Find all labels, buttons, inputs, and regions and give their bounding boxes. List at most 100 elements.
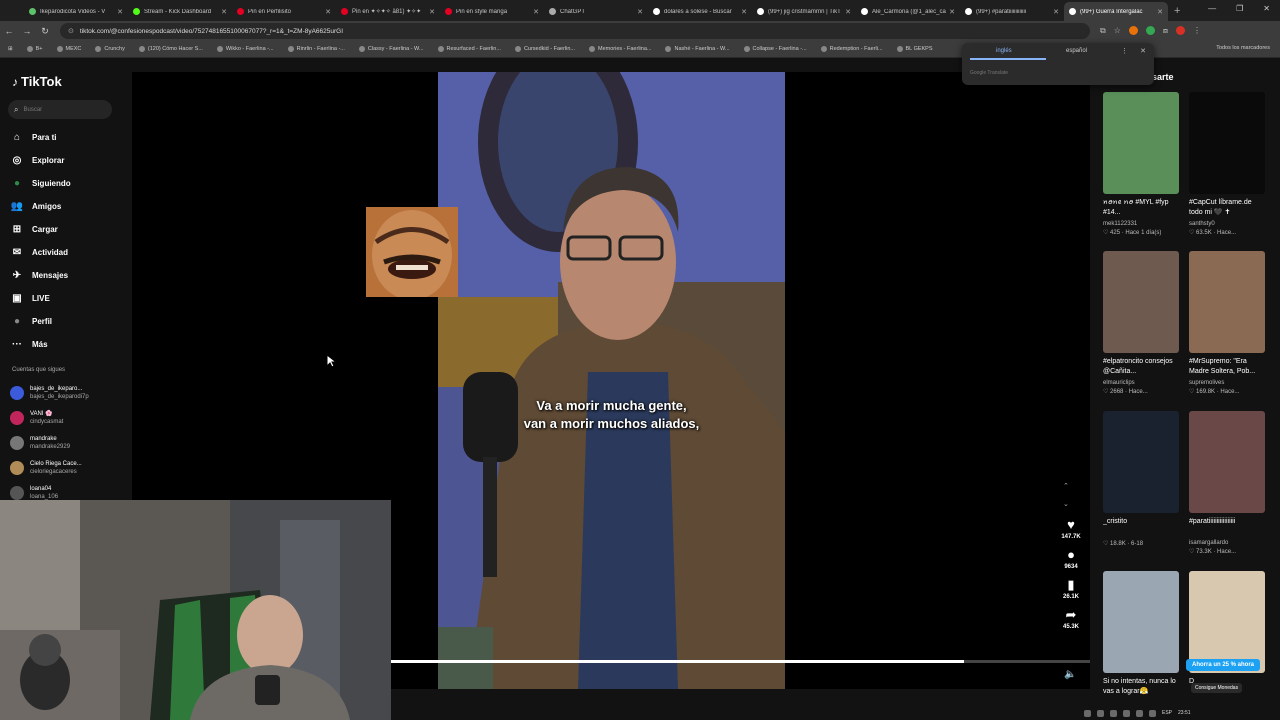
following-account[interactable]: VANI 🌸 cindycasmat xyxy=(10,405,89,430)
new-tab-icon[interactable]: + xyxy=(1174,5,1180,17)
share-button[interactable]: ➦ 45.3K xyxy=(1054,608,1088,631)
tab-close-icon[interactable]: ✕ xyxy=(845,8,851,16)
bookmark-item[interactable]: Redemption - Faerli... xyxy=(820,46,883,52)
tray-icon[interactable] xyxy=(1123,709,1130,717)
sidebar-item-mensajes[interactable]: ✈ Mensajes xyxy=(10,264,71,287)
heart-button[interactable]: ♥ 147.7K xyxy=(1054,518,1088,541)
sidebar-item-explorar[interactable]: ◎ Explorar xyxy=(10,149,71,172)
browser-tab[interactable]: Pin en style manga ✕ xyxy=(440,2,544,21)
tab-close-icon[interactable]: ✕ xyxy=(221,8,227,16)
bookmark-item[interactable]: Rinrlin - Faerlina -... xyxy=(287,46,345,52)
recommended-video[interactable]: #MrSupremo: "Era Madre Soltera, Pob... su… xyxy=(1189,251,1266,395)
browser-tab[interactable]: (99+) #paratiiiiiiiiiiiii ✕ xyxy=(960,2,1064,21)
recommended-video[interactable]: #CapCut líbrame.de todo mi 🖤 ✝ santhsty0 ♡… xyxy=(1189,92,1266,236)
tab-close-icon[interactable]: ✕ xyxy=(949,8,955,16)
tab-close-icon[interactable]: ✕ xyxy=(117,8,123,16)
sidebar-item-live[interactable]: ▣ LIVE xyxy=(10,287,71,310)
sidebar-item-actividad[interactable]: ✉ Actividad xyxy=(10,241,71,264)
browser-tab[interactable]: ChatGPT ✕ xyxy=(544,2,648,21)
tab-close-icon[interactable]: ✕ xyxy=(1157,8,1163,16)
tray-icon[interactable] xyxy=(1110,709,1117,717)
sidebar-item-perfil[interactable]: ● Perfil xyxy=(10,310,71,333)
following-account[interactable]: mandrake mandrake2929 xyxy=(10,430,89,455)
browser-menu-icon[interactable]: ⋮ xyxy=(1193,26,1201,36)
profile-avatar-icon[interactable] xyxy=(1175,26,1185,35)
sidebar-item-amigos[interactable]: 👥 Amigos xyxy=(10,195,71,218)
browser-tab[interactable]: Ikeparodicota Videos - V ✕ xyxy=(24,2,128,21)
extension-icon[interactable] xyxy=(1128,26,1138,35)
tray-icon[interactable] xyxy=(1084,709,1091,717)
address-bar[interactable]: ⊙ tiktok.com/@confesionespodcast/video/7… xyxy=(60,23,1090,39)
extension-icon[interactable] xyxy=(1145,26,1155,35)
bookmark-item[interactable]: Cursedkid - Faerlin... xyxy=(514,46,575,52)
translate-target-lang[interactable]: español xyxy=(1066,48,1087,54)
close-window-icon[interactable]: ✕ xyxy=(1263,4,1270,13)
close-icon[interactable]: ✕ xyxy=(1140,47,1146,55)
search-input[interactable]: ⌕ Buscar xyxy=(8,100,112,119)
sidebar-item-siguiendo[interactable]: ● Siguiendo xyxy=(10,172,71,195)
tab-close-icon[interactable]: ✕ xyxy=(1053,8,1059,16)
browser-tab[interactable]: Stream - Kick Dashboard ✕ xyxy=(128,2,232,21)
tab-close-icon[interactable]: ✕ xyxy=(325,8,331,16)
sidebar-item-cargar[interactable]: ⊞ Cargar xyxy=(10,218,71,241)
browser-tab[interactable]: (99+) jig cristmamrnn | TikT ✕ xyxy=(752,2,856,21)
bookmark-item[interactable]: Collapse - Faerlina -... xyxy=(743,46,807,52)
bookmark-item[interactable]: B+ xyxy=(26,46,43,52)
tray-clock[interactable]: 23:51 xyxy=(1178,710,1191,716)
star-icon[interactable]: ☆ xyxy=(1114,26,1121,36)
bookmark-item[interactable]: Crunchy xyxy=(95,46,125,52)
bookmark-item[interactable]: Resurfaced - Faerlin... xyxy=(437,46,501,52)
browser-tab[interactable]: Pin en Perfilisito ✕ xyxy=(232,2,336,21)
tab-close-icon[interactable]: ✕ xyxy=(637,8,643,16)
bookmark-item[interactable]: Memories - Faerlina... xyxy=(588,46,651,52)
following-account[interactable]: bajes_de_ikeparo... bajes_de_ikeparodi7p xyxy=(10,380,89,405)
recommended-video[interactable]: D xyxy=(1189,571,1266,700)
tab-close-icon[interactable]: ✕ xyxy=(741,8,747,16)
video-progress-bar[interactable] xyxy=(391,660,1090,663)
browser-tab[interactable]: Pin en ✦✧✦✧ ä81) ✦✧✦ ✕ xyxy=(336,2,440,21)
tab-close-icon[interactable]: ✕ xyxy=(533,8,539,16)
sidebar-item-para-ti[interactable]: ⌂ Para ti xyxy=(10,126,71,149)
tiktok-logo[interactable]: ♪ TikTok xyxy=(12,74,62,89)
sidebar-item-más[interactable]: ··· Más xyxy=(10,333,71,356)
previous-video-icon[interactable]: ⌃ xyxy=(1063,478,1069,496)
bookmark-button[interactable]: ▮ 26.1K xyxy=(1054,578,1088,601)
bookmark-item[interactable]: MEXC xyxy=(56,46,81,52)
get-coins-button[interactable]: Consigue Monedas xyxy=(1191,683,1243,693)
bookmark-item[interactable]: BL GEKPS xyxy=(896,46,933,52)
recommended-video[interactable]: #paratiiiiiiiiiiiiiiiii isamargallardo ♡ 7… xyxy=(1189,411,1266,555)
comment-button[interactable]: ● 9634 xyxy=(1054,548,1088,571)
minimize-icon[interactable]: — xyxy=(1208,4,1216,13)
coin-offer-badge[interactable]: Ahorra un 25 % ahora xyxy=(1186,659,1261,671)
recommended-video[interactable]: _cristito ♡ 18.8K · 6-18 xyxy=(1103,411,1180,547)
translate-icon[interactable]: ⧉ xyxy=(1100,26,1106,36)
wifi-icon[interactable] xyxy=(1136,709,1143,717)
recommended-video[interactable]: Si no intentas, nunca lo vas a lograr😤 xyxy=(1103,571,1180,700)
forward-icon[interactable]: → xyxy=(18,26,36,36)
next-video-icon[interactable]: ⌄ xyxy=(1063,496,1069,514)
browser-tab[interactable]: Ale_Carmona (@1_alec_ca ✕ xyxy=(856,2,960,21)
tab-close-icon[interactable]: ✕ xyxy=(429,8,435,16)
all-bookmarks-button[interactable]: Todos los marcadores xyxy=(1216,45,1270,51)
bookmark-item[interactable]: Nashé - Faerlina - W... xyxy=(665,46,730,52)
video-player[interactable] xyxy=(438,72,785,689)
extensions-puzzle-icon[interactable]: ⧈ xyxy=(1163,26,1168,36)
speaker-icon[interactable] xyxy=(1149,709,1156,717)
volume-icon[interactable]: 🔈 xyxy=(1064,669,1076,680)
recommended-video[interactable]: ꪀꪮꪀꫀ ꪀꪮ #MYL #fyp #14... mek1122331 ♡ 425 … xyxy=(1103,92,1180,236)
bookmark-item[interactable]: (120) Cómo Hacer S... xyxy=(138,46,203,52)
back-icon[interactable]: ← xyxy=(0,26,18,36)
tray-language[interactable]: ESP xyxy=(1162,710,1172,716)
following-account[interactable]: Cielo Riega Cace... cieloriegacaceres xyxy=(10,455,89,480)
site-info-icon[interactable]: ⊙ xyxy=(68,27,74,35)
recommended-video[interactable]: #elpatroncito consejos @Cañita... elmauri… xyxy=(1103,251,1180,395)
bookmark-item[interactable]: Wikko - Faerlina -... xyxy=(216,46,274,52)
maximize-icon[interactable]: ❐ xyxy=(1236,4,1243,13)
translate-source-lang[interactable]: inglés xyxy=(996,48,1012,54)
apps-icon[interactable]: ⊞ xyxy=(8,46,13,52)
translate-menu-icon[interactable]: ⋮ xyxy=(1121,47,1128,55)
browser-tab[interactable]: dolares a solese - Buscar ✕ xyxy=(648,2,752,21)
bookmark-item[interactable]: Classy - Faerlina - W... xyxy=(358,46,424,52)
tray-icon[interactable] xyxy=(1097,709,1104,717)
reload-icon[interactable]: ↻ xyxy=(36,26,54,37)
